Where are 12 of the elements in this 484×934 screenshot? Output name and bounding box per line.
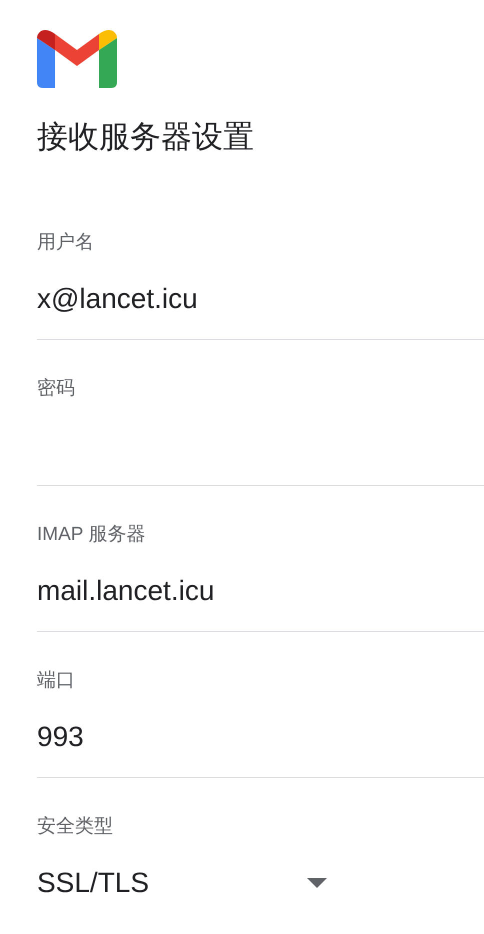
field-label: 用户名 [37, 231, 94, 255]
field-label: IMAP 服务器 [37, 523, 146, 547]
security-type-dropdown[interactable]: SSL/TLS [37, 865, 327, 901]
caret-icon [307, 878, 327, 888]
input-field[interactable]: 993 [37, 719, 457, 755]
field-label: 安全类型 [37, 815, 113, 839]
field-label: 端口 [37, 669, 75, 693]
mail-logo-icon [37, 28, 117, 88]
field-label: 密码 [37, 377, 75, 401]
input-field[interactable]: mail.lancet.icu [37, 573, 457, 609]
input-field[interactable]: x@lancet.icu [37, 281, 457, 317]
page-title: 接收服务器设置 [37, 118, 255, 156]
